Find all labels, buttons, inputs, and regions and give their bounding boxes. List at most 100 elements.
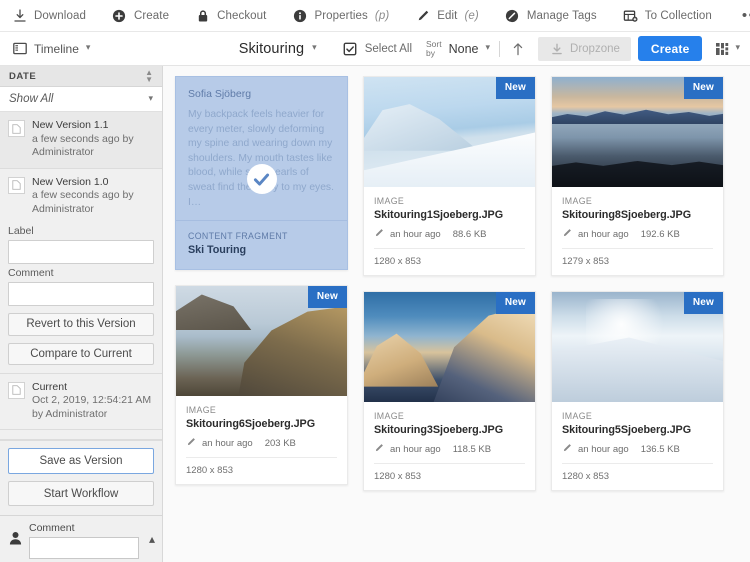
version-name: New Version 1.0 bbox=[32, 175, 109, 188]
fragment-text: My backpack feels heavier for every mete… bbox=[188, 109, 334, 208]
select-all-label: Select All bbox=[364, 42, 413, 55]
card-type: IMAGE bbox=[374, 196, 405, 206]
asset-thumbnail: New bbox=[552, 77, 723, 187]
card-dimensions: 1280 x 853 bbox=[562, 463, 713, 482]
card-asset-skitouring6[interactable]: New IMAGE Skitouring6Sjoeberg.JPG an hou… bbox=[175, 285, 348, 486]
pencil-icon bbox=[186, 437, 196, 450]
edit-button[interactable]: Edit (e) bbox=[413, 1, 490, 31]
properties-shortcut: (p) bbox=[374, 9, 390, 22]
card-title: Skitouring6Sjoeberg.JPG bbox=[186, 418, 316, 431]
version-sub: a few seconds ago by Administrator bbox=[32, 132, 134, 159]
manage-tags-button[interactable]: Manage Tags bbox=[503, 1, 608, 31]
card-asset-skitouring8[interactable]: New IMAGE Skitouring8Sjoeberg.JPG an hou… bbox=[551, 76, 724, 276]
asset-grid: Sofia Sjöberg My backpack feels heavier … bbox=[175, 76, 738, 491]
card-asset-skitouring5[interactable]: New IMAGE Skitouring5Sjoeberg.JPG an hou… bbox=[551, 291, 724, 491]
card-title: Skitouring3Sjoeberg.JPG bbox=[374, 424, 504, 436]
start-workflow-button[interactable]: Start Workflow bbox=[8, 481, 154, 507]
card-size: 88.6 KB bbox=[452, 229, 487, 240]
comment-field[interactable] bbox=[8, 282, 154, 307]
to-collection-button[interactable]: To Collection bbox=[621, 1, 723, 31]
collection-title-dropdown[interactable]: Skitouring ▾ bbox=[239, 41, 317, 57]
card-type: IMAGE bbox=[562, 411, 593, 421]
create-primary-button[interactable]: Create bbox=[637, 36, 703, 61]
select-all-button[interactable]: Select All bbox=[343, 41, 412, 56]
timeline-filter-dropdown[interactable]: Show All ▾ bbox=[0, 87, 162, 113]
sort-by-label: Sort by bbox=[426, 39, 442, 58]
dam-assets-page: Download Create Checkout Properties (p) bbox=[0, 0, 750, 562]
card-modified: an hour ago bbox=[202, 438, 253, 450]
asset-thumbnail: New bbox=[552, 292, 723, 402]
dropzone-label: Dropzone bbox=[570, 42, 620, 55]
version-meta: New Version 1.1 a few seconds ago by Adm… bbox=[32, 119, 154, 160]
select-all-icon bbox=[343, 41, 358, 56]
card-type: IMAGE bbox=[186, 405, 217, 416]
create-button[interactable]: Create bbox=[110, 1, 180, 31]
edit-label: Edit bbox=[437, 9, 458, 22]
chevron-down-icon: ▾ bbox=[735, 42, 740, 52]
pencil-icon bbox=[562, 228, 572, 241]
card-body: IMAGE Skitouring8Sjoeberg.JPG an hour ag… bbox=[552, 187, 723, 275]
chevron-down-icon: ▾ bbox=[148, 92, 153, 103]
collection-icon bbox=[623, 8, 638, 23]
sort-by-line2: by bbox=[426, 47, 435, 58]
revert-to-version-button[interactable]: Revert to this Version bbox=[8, 313, 154, 336]
fragment-preview: Sofia Sjöberg My backpack feels heavier … bbox=[176, 77, 347, 220]
card-asset-skitouring1[interactable]: New IMAGE Skitouring1Sjoeberg.JPG an hou… bbox=[363, 76, 536, 276]
status-badge: New bbox=[307, 286, 347, 309]
sort-direction-button[interactable] bbox=[508, 39, 528, 59]
card-size: 192.6 KB bbox=[640, 229, 680, 240]
status-badge: New bbox=[683, 77, 723, 99]
sort-toggle-icon[interactable]: ▲ ▼ bbox=[145, 69, 153, 84]
version-item-1-0[interactable]: New Version 1.0 a few seconds ago by Adm… bbox=[0, 168, 162, 221]
edit-shortcut: (e) bbox=[464, 9, 479, 22]
card-meta: an hour ago 192.6 KB bbox=[562, 228, 713, 241]
rail-comment-input[interactable] bbox=[29, 537, 139, 560]
page-title: Skitouring bbox=[238, 40, 305, 57]
card-body: IMAGE Skitouring5Sjoeberg.JPG an hour ag… bbox=[552, 402, 723, 490]
version-item-1-1[interactable]: New Version 1.1 a few seconds ago by Adm… bbox=[0, 112, 162, 169]
toolbar-divider bbox=[499, 40, 501, 57]
checkout-button[interactable]: Checkout bbox=[193, 1, 277, 31]
card-type: IMAGE bbox=[374, 411, 405, 421]
compare-to-current-button[interactable]: Compare to Current bbox=[8, 342, 154, 365]
card-size: 136.5 KB bbox=[640, 444, 680, 455]
card-asset-skitouring3[interactable]: New IMAGE Skitouring3Sjoeberg.JPG an hou… bbox=[363, 291, 536, 491]
page-body: DATE ▲ ▼ Show All ▾ New Version 1.1 a few… bbox=[0, 66, 750, 562]
card-size: 203 KB bbox=[264, 438, 296, 450]
sort-value-dropdown[interactable]: None ▾ bbox=[449, 42, 490, 56]
card-meta: an hour ago 136.5 KB bbox=[562, 443, 713, 456]
version-item-current[interactable]: Current Oct 2, 2019, 12:54:21 AM by Admi… bbox=[0, 372, 162, 431]
manage-tags-label: Manage Tags bbox=[526, 9, 597, 22]
timeline-filter-value: Show All bbox=[9, 93, 54, 106]
rail-selector-timeline[interactable]: Timeline ▾ bbox=[10, 38, 96, 59]
view-layout-icon bbox=[714, 41, 729, 56]
comment-field-label: Comment bbox=[8, 267, 54, 280]
chevron-down-icon: ▾ bbox=[85, 42, 91, 52]
download-icon bbox=[12, 8, 27, 23]
chevron-up-icon[interactable]: ▴ bbox=[149, 532, 155, 546]
pencil-icon bbox=[562, 443, 572, 456]
status-badge: New bbox=[495, 77, 535, 99]
card-meta: an hour ago 88.6 KB bbox=[374, 228, 525, 241]
more-actions-button[interactable]: ••• bbox=[736, 8, 750, 23]
version-name: New Version 1.1 bbox=[32, 119, 109, 132]
download-button[interactable]: Download bbox=[10, 1, 97, 31]
card-dimensions: 1279 x 853 bbox=[562, 248, 713, 267]
properties-label: Properties bbox=[314, 9, 368, 22]
sort-value: None bbox=[448, 41, 479, 56]
label-field[interactable] bbox=[8, 240, 154, 265]
card-body: CONTENT FRAGMENT Ski Touring bbox=[176, 221, 347, 269]
status-badge: New bbox=[495, 292, 535, 314]
properties-button[interactable]: Properties (p) bbox=[290, 1, 400, 31]
tag-circle-icon bbox=[505, 8, 520, 23]
save-as-version-button[interactable]: Save as Version bbox=[8, 448, 154, 475]
pencil-icon bbox=[415, 8, 430, 23]
view-mode-dropdown[interactable]: ▾ bbox=[714, 41, 742, 56]
card-title: Skitouring1Sjoeberg.JPG bbox=[374, 209, 504, 221]
card-body: IMAGE Skitouring6Sjoeberg.JPG an hour ag… bbox=[176, 396, 347, 484]
version-thumbnail-icon bbox=[8, 176, 25, 194]
card-content-fragment[interactable]: Sofia Sjöberg My backpack feels heavier … bbox=[175, 76, 348, 271]
grid-column-3: New IMAGE Skitouring8Sjoeberg.JPG an hou… bbox=[551, 76, 724, 491]
dropzone-button[interactable]: Dropzone bbox=[538, 36, 631, 61]
info-circle-icon bbox=[292, 8, 307, 23]
